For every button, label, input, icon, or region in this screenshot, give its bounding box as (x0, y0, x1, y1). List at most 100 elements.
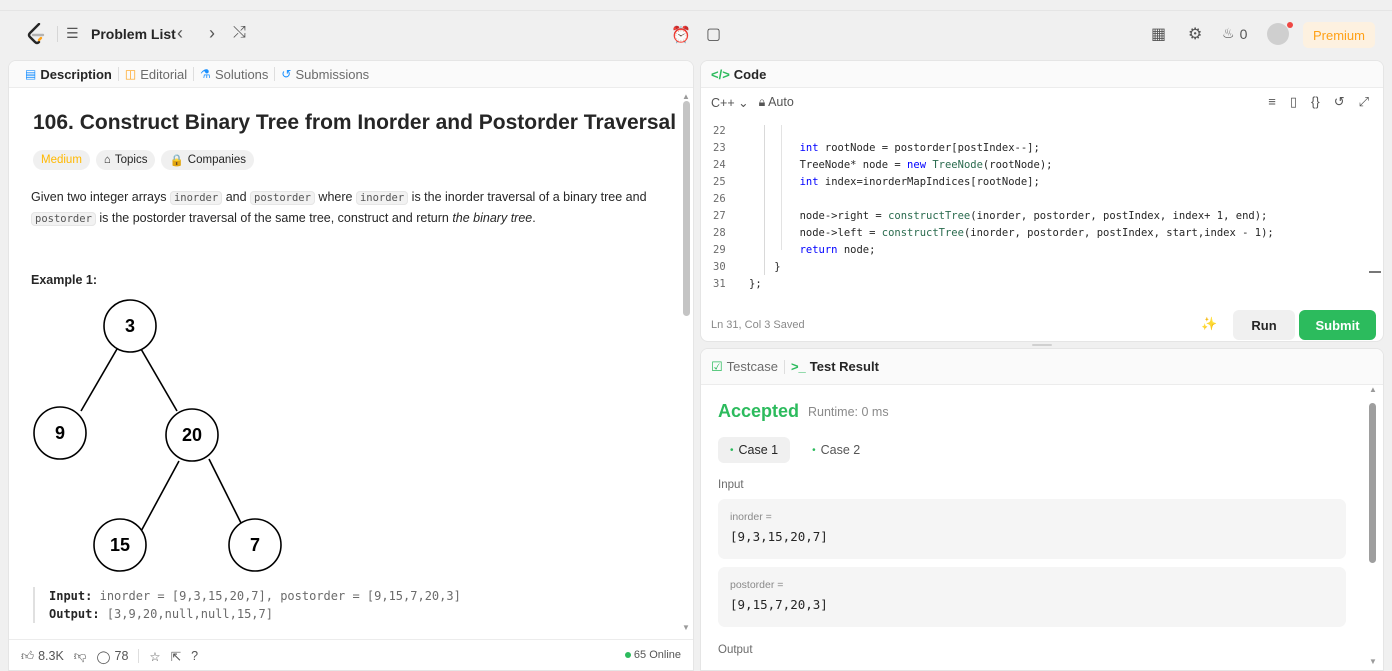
language-select[interactable]: C++ ⌄ (711, 95, 749, 110)
description-scrollbar[interactable] (683, 101, 690, 316)
pass-dot-icon: • (730, 444, 734, 456)
problem-list-link[interactable]: Problem List (91, 26, 176, 42)
help-icon[interactable]: ? (191, 649, 198, 663)
scroll-up-arrow-icon[interactable]: ▲ (682, 92, 690, 101)
line-number: 27 (713, 210, 726, 222)
difficulty-badge: Medium (33, 150, 90, 170)
document-icon: ▤ (25, 67, 37, 81)
sparkle-debug-icon[interactable]: ✨ (1201, 316, 1217, 332)
run-button[interactable]: Run (1233, 310, 1295, 340)
line-number: 31 (713, 278, 726, 290)
example-input-value: inorder = [9,3,15,20,7], postorder = [9,… (99, 589, 461, 603)
reset-icon[interactable]: ↺ (1334, 94, 1345, 110)
next-problem-chevron-right-icon[interactable]: › (209, 23, 215, 44)
code-horizontal-scrollbar[interactable] (1369, 271, 1381, 273)
desc-text: is the inorder traversal of a binary tre… (408, 190, 647, 204)
tree-edge (140, 348, 178, 412)
bookmark-icon[interactable]: ▯ (1290, 94, 1297, 110)
shuffle-icon[interactable]: ⤭ (233, 24, 246, 42)
topics-tag[interactable]: ⌂ Topics (95, 150, 156, 170)
submit-button[interactable]: Submit (1299, 310, 1376, 340)
expand-icon[interactable]: ⤢ (1359, 94, 1369, 110)
comment-icon: ◯ (96, 649, 111, 664)
example-output-value: [3,9,20,null,null,15,7] (106, 607, 273, 621)
tab-description[interactable]: ▤ Description (19, 67, 118, 82)
apps-grid-icon[interactable]: ▦ (1151, 24, 1166, 44)
code-text: node->right = constructTree(inorder, pos… (749, 210, 1268, 222)
desc-text: Given two integer arrays (31, 190, 170, 204)
like-button[interactable]: 👍︎ 8.3K (21, 649, 64, 664)
scroll-down-arrow-icon[interactable]: ▼ (1369, 657, 1377, 666)
star-icon[interactable]: ☆ (149, 649, 160, 664)
terminal-icon: >_ (790, 359, 806, 374)
comment-count: 78 (114, 649, 129, 663)
avatar[interactable] (1267, 23, 1289, 45)
code-toolbar: C++ ⌄ 🔒︎ Auto (711, 95, 794, 110)
tab-label: Solutions (214, 66, 269, 82)
mode-value: Auto (768, 95, 794, 109)
binary-tree-diagram: 3 9 20 15 7 (33, 299, 282, 572)
tab-solutions[interactable]: ⚗ Solutions (194, 67, 274, 82)
settings-gear-icon[interactable]: ⚙ (1188, 24, 1202, 44)
verdict: Accepted (718, 401, 800, 421)
thumbs-up-icon: 👍︎ (21, 648, 35, 663)
tree-node-label: 9 (55, 423, 65, 443)
thumbs-down-icon[interactable]: 👎︎ (74, 649, 87, 664)
code-line: 23 int rootNode = postorder[postIndex--]… (701, 140, 1383, 157)
code-text: node->left = constructTree(inorder, post… (749, 227, 1274, 239)
code-text: TreeNode* node = new TreeNode(rootNode); (749, 159, 1053, 171)
alarm-clock-icon[interactable]: ⏰ (671, 25, 691, 45)
tab-testcase[interactable]: ☑ Testcase (711, 359, 778, 375)
code-header-label: Code (733, 66, 767, 82)
companies-tag[interactable]: 🔒 Companies (161, 150, 254, 170)
braces-icon[interactable]: {} (1311, 94, 1320, 110)
code-line: 22 (701, 123, 1383, 140)
streak-counter[interactable]: ♨ 0 (1222, 25, 1247, 42)
panel-resize-handle[interactable] (1032, 344, 1052, 346)
code-line: 29 return node; (701, 242, 1383, 259)
premium-button[interactable]: Premium (1303, 22, 1375, 48)
auto-mode[interactable]: 🔒︎ Auto (759, 95, 794, 110)
indent-guide (781, 125, 782, 250)
line-number: 23 (713, 142, 726, 154)
scroll-down-arrow-icon[interactable]: ▼ (682, 623, 690, 632)
tab-test-result[interactable]: >_ Test Result (791, 359, 879, 374)
code-tools: ≡ ▯ {} ↺ ⤢ (1268, 94, 1369, 110)
desc-text: and (222, 190, 251, 204)
runtime: Runtime: 0 ms (808, 405, 889, 419)
result-tabs: ☑ Testcase >_ Test Result (701, 349, 1383, 385)
tab-submissions[interactable]: ↺ Submissions (275, 67, 375, 82)
comments-button[interactable]: ◯ 78 (97, 649, 129, 664)
case-tab-2[interactable]: • Case 2 (800, 437, 872, 463)
pass-dot-icon: • (812, 444, 816, 456)
indent-guide (764, 125, 765, 275)
line-number: 22 (713, 125, 726, 137)
topics-label: Topics (114, 154, 148, 166)
prev-problem-chevron-left-icon[interactable]: ‹ (177, 23, 183, 44)
output-label: Output (718, 644, 753, 656)
list-icon[interactable]: ☰ (66, 25, 79, 42)
notification-dot (1287, 22, 1293, 28)
inline-code-inorder: inorder (169, 191, 223, 205)
leetcode-logo-icon[interactable] (26, 23, 46, 45)
scroll-up-arrow-icon[interactable]: ▲ (1369, 385, 1377, 394)
example-io: Input: inorder = [9,3,15,20,7], postorde… (33, 587, 461, 623)
format-icon[interactable]: ≡ (1268, 94, 1276, 110)
code-text: return node; (799, 244, 876, 256)
code-header: </> Code (701, 61, 1383, 88)
desc-text: where (314, 190, 356, 204)
code-text: int index=inorderMapIndices[rootNode]; (799, 176, 1040, 188)
tab-label: Description (40, 66, 112, 82)
problem-tags: Medium ⌂ Topics 🔒 Companies (33, 150, 254, 170)
code-line: 26 (701, 191, 1383, 208)
share-icon[interactable]: ⇱ (171, 649, 181, 664)
result-scrollbar[interactable] (1369, 403, 1376, 563)
test-result-panel: ☑ Testcase >_ Test Result Accepted Runti… (700, 348, 1384, 671)
case-tab-1[interactable]: • Case 1 (718, 437, 791, 463)
lock-icon: 🔒︎ (758, 95, 766, 109)
code-editor[interactable]: 22 23 int rootNode = postorder[postIndex… (701, 119, 1383, 299)
io-value: [9,15,7,20,3] (730, 597, 828, 612)
tree-node-label: 3 (125, 316, 135, 336)
tab-editorial[interactable]: ◫ Editorial (119, 67, 193, 82)
note-icon[interactable]: ▢ (706, 24, 721, 44)
